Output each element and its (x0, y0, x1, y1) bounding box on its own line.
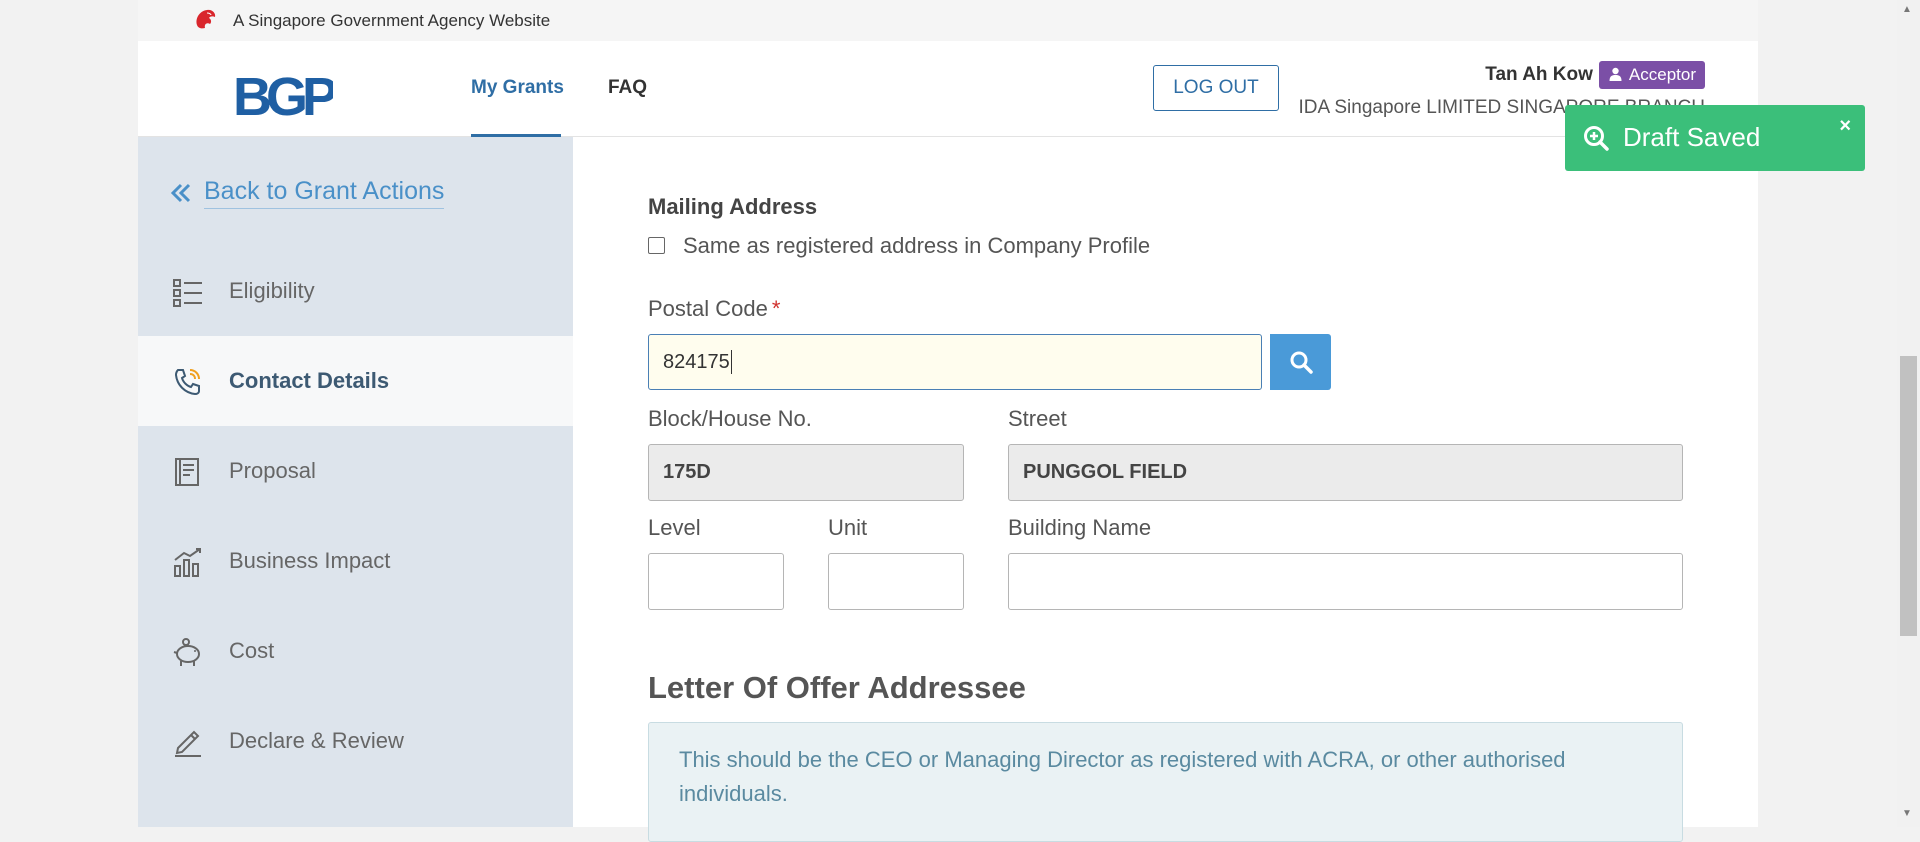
level-label: Level (648, 515, 701, 540)
street-label: Street (1008, 406, 1067, 431)
block-house-label: Block/House No. (648, 406, 812, 431)
scroll-down-arrow-icon[interactable]: ▼ (1902, 808, 1912, 819)
block-house-value: 175D (663, 461, 711, 483)
mailing-address-heading: Mailing Address (648, 194, 818, 219)
lion-head-icon (196, 9, 216, 29)
postal-code-value: 824175 (663, 350, 730, 373)
street-input[interactable]: PUNGGOL FIELD (1008, 444, 1683, 501)
back-to-grant-actions-link[interactable]: Back to Grant Actions (170, 177, 445, 209)
block-house-input[interactable]: 175D (648, 444, 964, 501)
chart-icon (174, 548, 201, 577)
unit-input[interactable] (828, 553, 964, 610)
header: BGP My Grants FAQ LOG OUT Tan Ah Kow Acc… (138, 41, 1758, 137)
nav-my-grants[interactable]: My Grants (471, 77, 564, 99)
scrollbar-thumb[interactable] (1900, 356, 1917, 636)
letter-of-offer-heading: Letter Of Offer Addressee (648, 670, 1026, 705)
piggy-bank-icon (173, 638, 200, 666)
nav-faq[interactable]: FAQ (608, 77, 647, 99)
scroll-up-arrow-icon[interactable]: ▲ (1902, 4, 1912, 15)
role-label: Acceptor (1628, 65, 1696, 84)
sidebar-item-cost[interactable]: Cost (138, 606, 573, 696)
same-as-registered-checkbox[interactable] (648, 237, 665, 254)
back-link-label: Back to Grant Actions (204, 177, 445, 209)
document-icon (175, 458, 199, 486)
postal-code-label-text: Postal Code (648, 296, 768, 321)
sidebar-item-proposal[interactable]: Proposal (138, 426, 573, 516)
letter-of-offer-info-text: This should be the CEO or Managing Direc… (679, 747, 1566, 806)
sidebar-item-label: Proposal (229, 458, 316, 483)
postal-code-input[interactable]: 824175 (648, 334, 1262, 390)
level-input[interactable] (648, 553, 784, 610)
search-icon (1290, 351, 1313, 374)
phone-icon (174, 369, 200, 396)
sidebar-item-label: Declare & Review (229, 728, 404, 753)
logo-text: BGP (233, 69, 333, 121)
page-scrollbar[interactable]: ▲ ▼ (1897, 0, 1920, 827)
letter-of-offer-info: This should be the CEO or Managing Direc… (648, 722, 1683, 842)
required-asterisk: * (771, 296, 781, 321)
building-name-input[interactable] (1008, 553, 1683, 610)
zoom-in-icon (1584, 126, 1609, 151)
sidebar-item-label: Eligibility (229, 278, 315, 303)
gov-bar: A Singapore Government Agency Website (138, 0, 1758, 41)
logout-button[interactable]: LOG OUT (1153, 65, 1279, 111)
user-name: Tan Ah Kow (1485, 64, 1593, 85)
page: A Singapore Government Agency Website BG… (138, 0, 1758, 842)
role-badge: Acceptor (1598, 61, 1705, 89)
postal-search-button[interactable] (1270, 334, 1331, 390)
unit-label: Unit (828, 515, 868, 540)
toast-close-button[interactable]: × (1839, 115, 1851, 138)
sidebar-item-contact-details[interactable]: Contact Details (138, 336, 573, 426)
sidebar-item-business-impact[interactable]: Business Impact (138, 516, 573, 606)
sidebar-item-eligibility[interactable]: Eligibility (138, 246, 573, 336)
same-as-registered-label: Same as registered address in Company Pr… (683, 233, 1151, 258)
main-content: Mailing Address Same as registered addre… (573, 137, 1758, 842)
pen-icon (175, 730, 201, 757)
sidebar-item-label: Cost (229, 638, 275, 663)
postal-code-label: Postal Code * (648, 296, 780, 322)
double-chevron-left-icon (170, 183, 191, 203)
building-name-label: Building Name (1008, 515, 1152, 540)
user-icon (1609, 67, 1622, 81)
sidebar-item-label: Contact Details (229, 368, 390, 393)
gov-bar-text: A Singapore Government Agency Website (233, 11, 551, 30)
sidebar: Back to Grant Actions Eligibility Contac… (138, 137, 573, 827)
sidebar-item-declare-review[interactable]: Declare & Review (138, 696, 573, 786)
bgp-logo[interactable]: BGP (233, 69, 333, 121)
toast-message: Draft Saved (1623, 122, 1761, 152)
checklist-icon (173, 279, 202, 307)
street-value: PUNGGOL FIELD (1023, 461, 1188, 483)
sidebar-item-label: Business Impact (229, 548, 391, 573)
draft-saved-toast: Draft Saved × (1565, 105, 1865, 171)
text-cursor (730, 350, 732, 374)
